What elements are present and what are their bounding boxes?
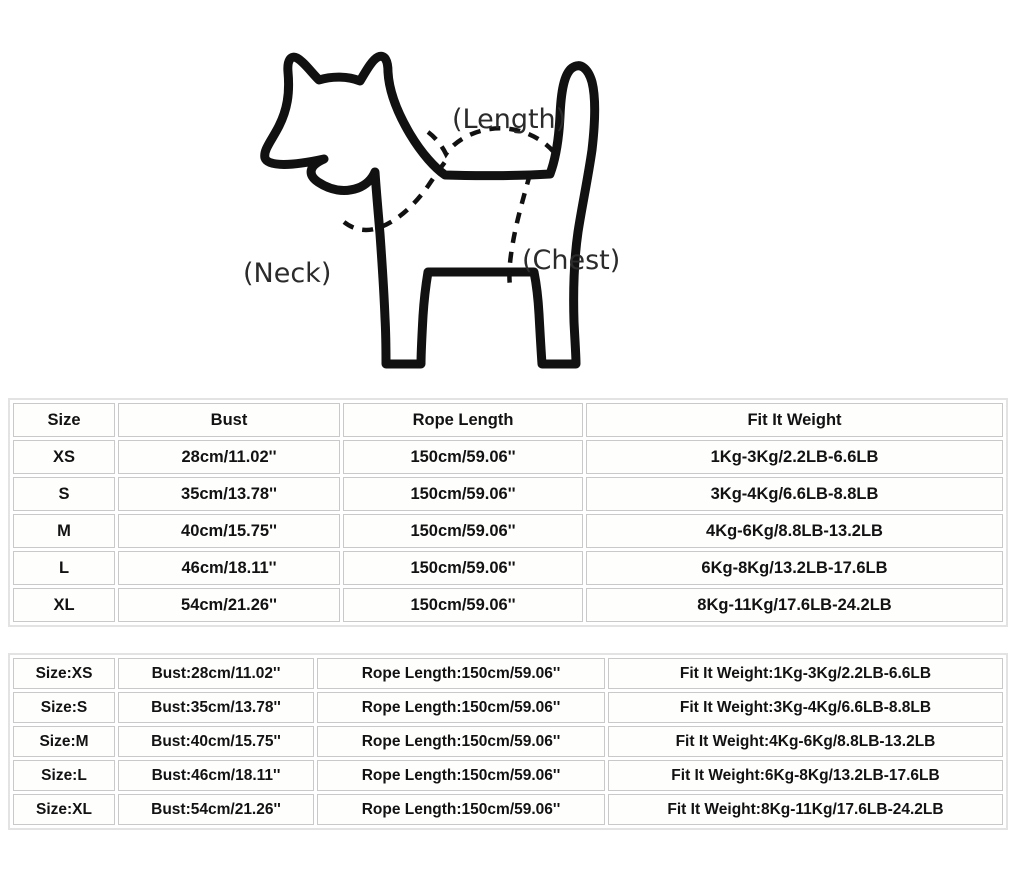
cell-fit-it-weight: 8Kg-11Kg/17.6LB-24.2LB: [586, 588, 1003, 622]
cell-bust: 35cm/13.78'': [118, 477, 340, 511]
table-row: Size:XS Bust:28cm/11.02'' Rope Length:15…: [13, 658, 1003, 689]
cell-rope-length: 150cm/59.06'': [343, 440, 583, 474]
cell-fit-it-weight: Fit It Weight:6Kg-8Kg/13.2LB-17.6LB: [608, 760, 1003, 791]
column-header-bust: Bust: [118, 403, 340, 437]
cell-fit-it-weight: Fit It Weight:8Kg-11Kg/17.6LB-24.2LB: [608, 794, 1003, 825]
size-chart-table-secondary: Size:XS Bust:28cm/11.02'' Rope Length:15…: [8, 653, 1008, 830]
cell-size: Size:XL: [13, 794, 115, 825]
cell-rope-length: 150cm/59.06'': [343, 477, 583, 511]
table-row: L 46cm/18.11'' 150cm/59.06'' 6Kg-8Kg/13.…: [13, 551, 1003, 585]
cell-size: Size:M: [13, 726, 115, 757]
cell-fit-it-weight: Fit It Weight:3Kg-4Kg/6.6LB-8.8LB: [608, 692, 1003, 723]
cell-fit-it-weight: 1Kg-3Kg/2.2LB-6.6LB: [586, 440, 1003, 474]
table-header-row: Size Bust Rope Length Fit It Weight: [13, 403, 1003, 437]
cell-rope-length: 150cm/59.06'': [343, 514, 583, 548]
cell-bust: 54cm/21.26'': [118, 588, 340, 622]
cell-bust: 28cm/11.02'': [118, 440, 340, 474]
cell-rope-length: 150cm/59.06'': [343, 551, 583, 585]
table-row: Size:S Bust:35cm/13.78'' Rope Length:150…: [13, 692, 1003, 723]
cell-bust: Bust:28cm/11.02'': [118, 658, 314, 689]
cell-size: XL: [13, 588, 115, 622]
cell-rope-length: Rope Length:150cm/59.06'': [317, 692, 605, 723]
measure-label-chest: (Chest): [522, 245, 621, 276]
cell-bust: Bust:46cm/18.11'': [118, 760, 314, 791]
cell-rope-length: Rope Length:150cm/59.06'': [317, 794, 605, 825]
cell-rope-length: Rope Length:150cm/59.06'': [317, 726, 605, 757]
cell-fit-it-weight: 3Kg-4Kg/6.6LB-8.8LB: [586, 477, 1003, 511]
cell-size: XS: [13, 440, 115, 474]
cell-rope-length: 150cm/59.06'': [343, 588, 583, 622]
table-row: Size:M Bust:40cm/15.75'' Rope Length:150…: [13, 726, 1003, 757]
cell-fit-it-weight: 4Kg-6Kg/8.8LB-13.2LB: [586, 514, 1003, 548]
cell-rope-length: Rope Length:150cm/59.06'': [317, 658, 605, 689]
table-row: XS 28cm/11.02'' 150cm/59.06'' 1Kg-3Kg/2.…: [13, 440, 1003, 474]
cell-bust: 40cm/15.75'': [118, 514, 340, 548]
cell-size: Size:L: [13, 760, 115, 791]
table-row: XL 54cm/21.26'' 150cm/59.06'' 8Kg-11Kg/1…: [13, 588, 1003, 622]
cell-bust: 46cm/18.11'': [118, 551, 340, 585]
cell-bust: Bust:40cm/15.75'': [118, 726, 314, 757]
column-header-rope-length: Rope Length: [343, 403, 583, 437]
cell-fit-it-weight: 6Kg-8Kg/13.2LB-17.6LB: [586, 551, 1003, 585]
cell-fit-it-weight: Fit It Weight:4Kg-6Kg/8.8LB-13.2LB: [608, 726, 1003, 757]
column-header-fit-it-weight: Fit It Weight: [586, 403, 1003, 437]
cell-bust: Bust:54cm/21.26'': [118, 794, 314, 825]
cell-size: L: [13, 551, 115, 585]
cell-size: M: [13, 514, 115, 548]
table-row: M 40cm/15.75'' 150cm/59.06'' 4Kg-6Kg/8.8…: [13, 514, 1003, 548]
size-guide-illustration: (Length) (Neck) (Chest): [0, 0, 1024, 388]
cell-rope-length: Rope Length:150cm/59.06'': [317, 760, 605, 791]
cell-size: Size:XS: [13, 658, 115, 689]
cell-size: S: [13, 477, 115, 511]
dog-outline-icon: [260, 51, 600, 369]
cell-bust: Bust:35cm/13.78'': [118, 692, 314, 723]
table-row: S 35cm/13.78'' 150cm/59.06'' 3Kg-4Kg/6.6…: [13, 477, 1003, 511]
column-header-size: Size: [13, 403, 115, 437]
size-chart-table-primary: Size Bust Rope Length Fit It Weight XS 2…: [8, 398, 1008, 627]
table-row: Size:XL Bust:54cm/21.26'' Rope Length:15…: [13, 794, 1003, 825]
cell-fit-it-weight: Fit It Weight:1Kg-3Kg/2.2LB-6.6LB: [608, 658, 1003, 689]
measure-label-neck: (Neck): [243, 258, 332, 289]
measure-label-length: (Length): [452, 104, 567, 135]
cell-size: Size:S: [13, 692, 115, 723]
table-row: Size:L Bust:46cm/18.11'' Rope Length:150…: [13, 760, 1003, 791]
